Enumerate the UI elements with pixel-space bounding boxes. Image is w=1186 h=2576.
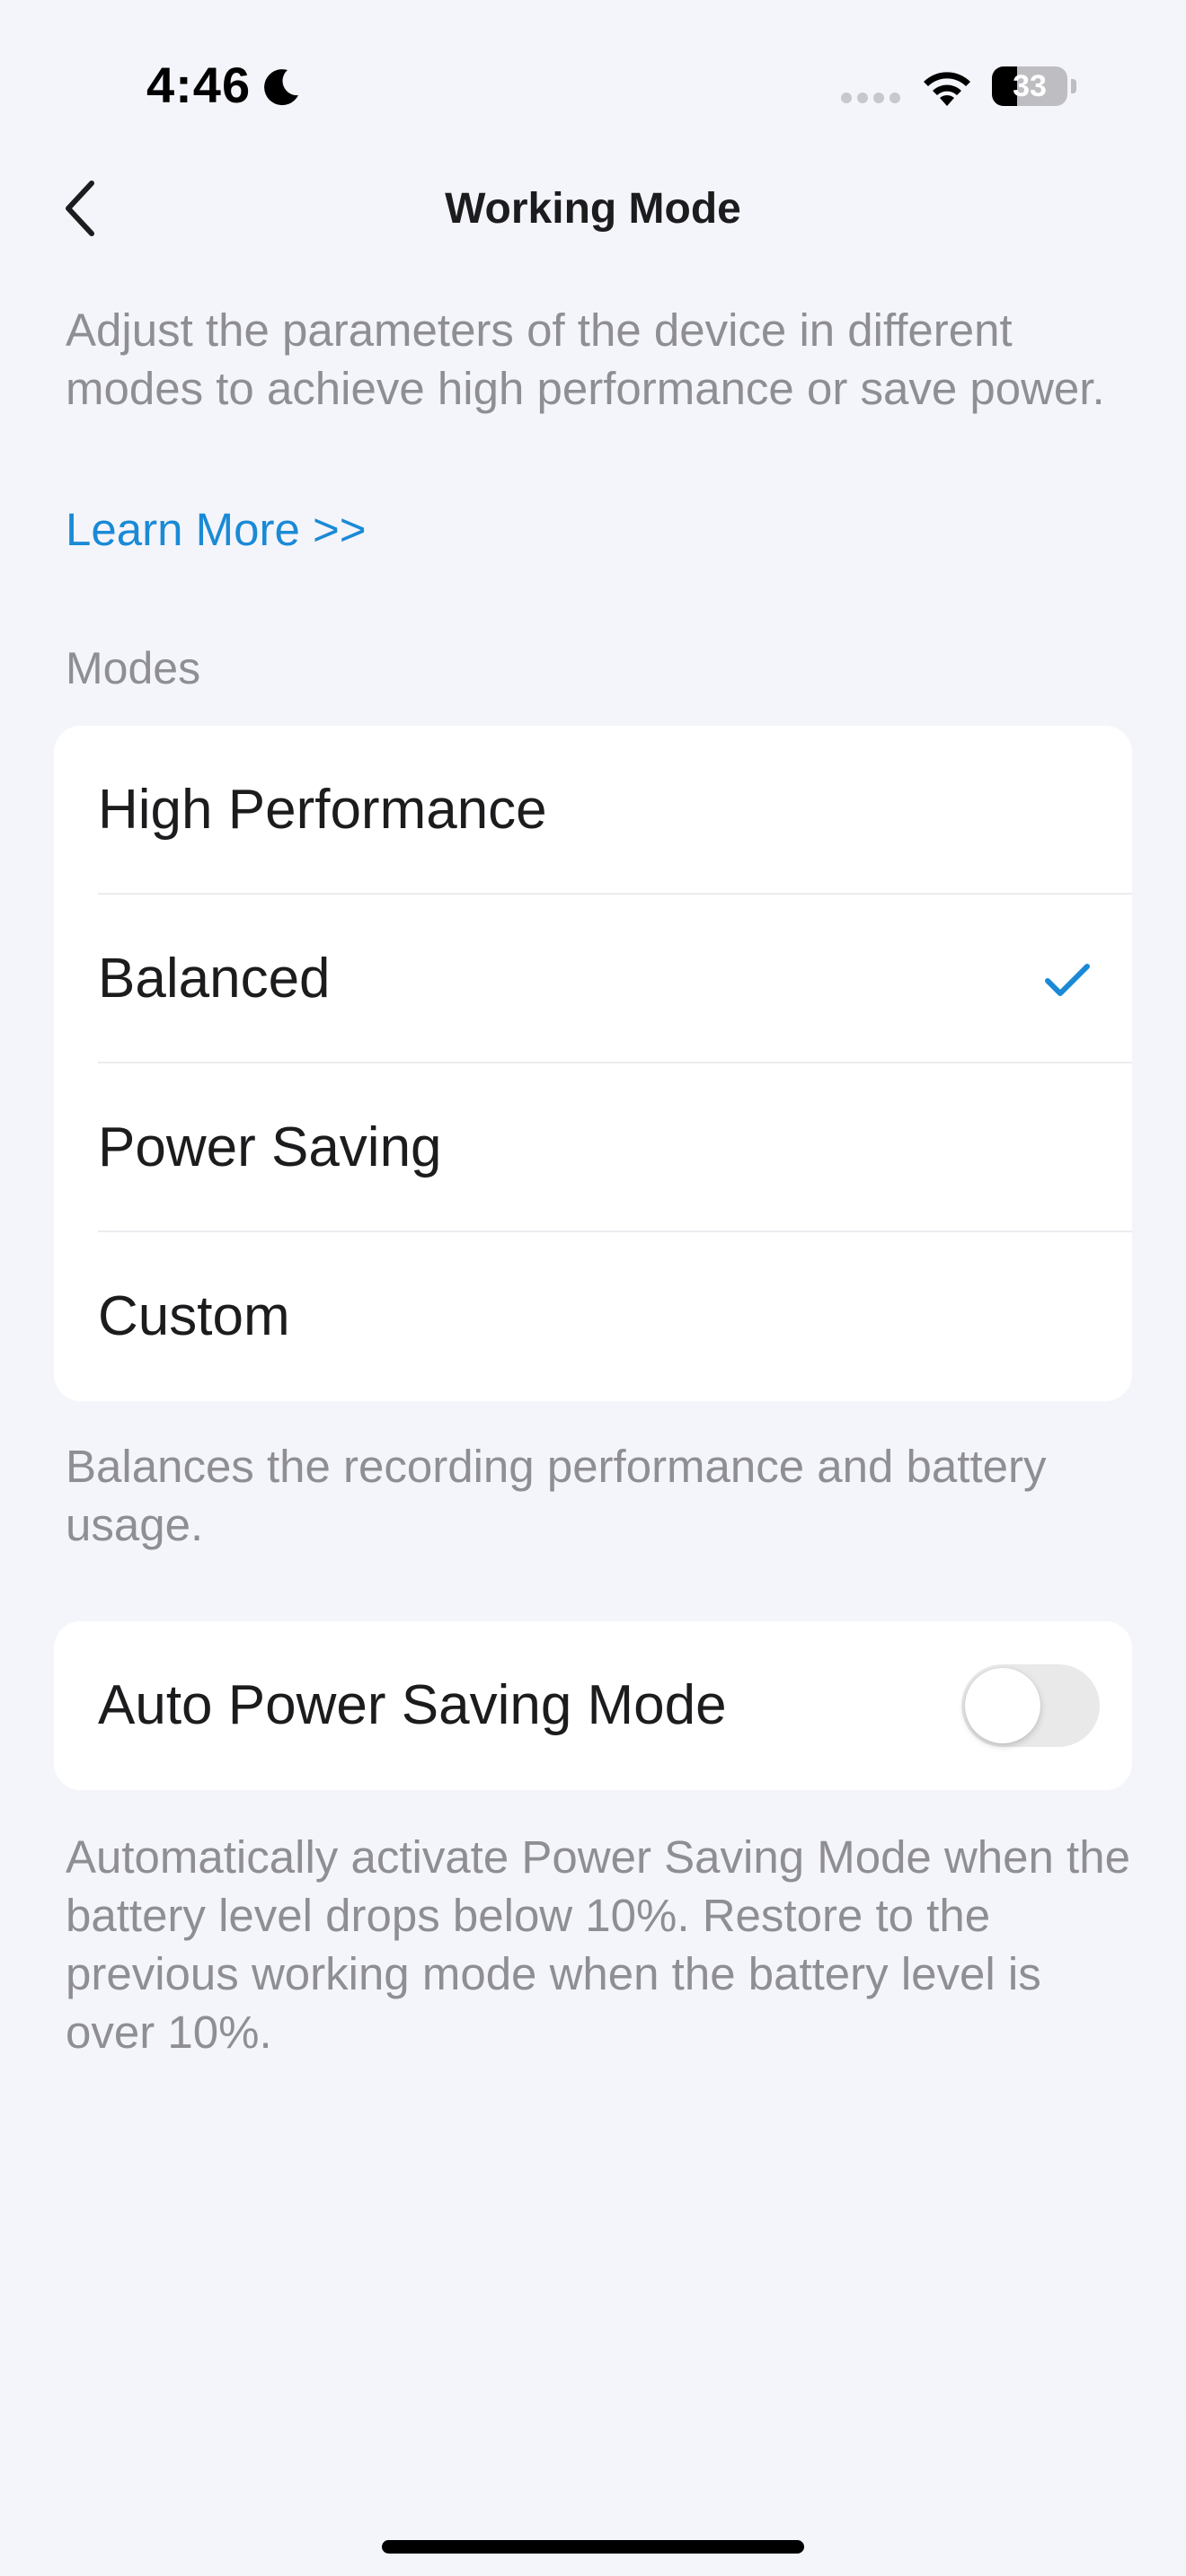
toggle-knob bbox=[965, 1668, 1040, 1743]
mode-label: Power Saving bbox=[98, 1116, 442, 1178]
auto-power-saving-label: Auto Power Saving Mode bbox=[98, 1674, 727, 1736]
mode-label: High Performance bbox=[98, 779, 547, 841]
moon-icon bbox=[264, 69, 298, 106]
status-time: 4:46 bbox=[146, 57, 252, 113]
home-indicator[interactable] bbox=[382, 2540, 804, 2554]
auto-power-saving-row: Auto Power Saving Mode bbox=[54, 1621, 1132, 1790]
mode-description: Balances the recording performance and b… bbox=[66, 1441, 1047, 1550]
modes-list: High Performance Balanced Power Saving C… bbox=[54, 726, 1132, 1401]
wifi-icon bbox=[924, 72, 970, 106]
battery-icon: 33 bbox=[992, 66, 1076, 106]
mode-option-custom[interactable]: Custom bbox=[54, 1232, 1132, 1401]
battery-level: 33 bbox=[1013, 69, 1047, 103]
page-title: Working Mode bbox=[445, 185, 741, 233]
auto-power-saving-description: Automatically activate Power Saving Mode… bbox=[66, 1831, 1130, 2058]
signal-icon bbox=[841, 93, 900, 103]
mode-option-high-performance[interactable]: High Performance bbox=[54, 726, 1132, 895]
modes-section-label: Modes bbox=[66, 643, 201, 693]
auto-power-saving-toggle[interactable] bbox=[961, 1664, 1100, 1747]
mode-label: Balanced bbox=[98, 948, 331, 1010]
intro-text: Adjust the parameters of the device in d… bbox=[66, 304, 1105, 414]
learn-more-link[interactable]: Learn More >> bbox=[66, 503, 367, 556]
mode-option-power-saving[interactable]: Power Saving bbox=[54, 1063, 1132, 1232]
mode-label: Custom bbox=[98, 1285, 290, 1347]
checkmark-icon bbox=[1045, 964, 1090, 996]
mode-option-balanced[interactable]: Balanced bbox=[54, 895, 1132, 1063]
status-bar: 4:46 33 bbox=[0, 0, 1186, 171]
